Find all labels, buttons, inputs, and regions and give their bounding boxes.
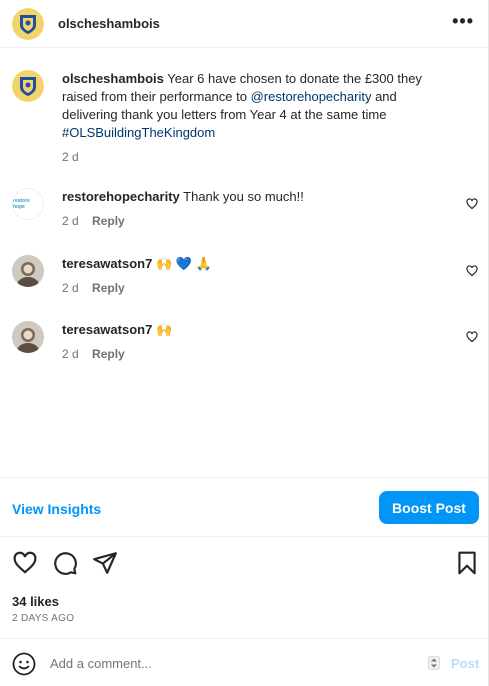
- add-comment-row: Post: [0, 638, 488, 686]
- caption-meta: 2 d: [62, 148, 452, 166]
- header-username[interactable]: olscheshambois: [58, 16, 160, 31]
- caption-body: olscheshambois Year 6 have chosen to don…: [62, 70, 452, 166]
- comment-body: teresawatson7 🙌 💙 🙏 2 d Reply: [62, 255, 432, 297]
- reply-button[interactable]: Reply: [92, 347, 125, 361]
- like-heart-icon[interactable]: [12, 550, 38, 576]
- school-crest-icon: [12, 7, 44, 40]
- comment-avatar[interactable]: restore hope: [12, 188, 44, 220]
- comment-username[interactable]: teresawatson7: [62, 256, 152, 271]
- like-comment-heart-icon[interactable]: [466, 265, 478, 277]
- more-horizontal-icon[interactable]: •••: [452, 12, 474, 30]
- action-bar: [0, 538, 488, 588]
- restorehope-logo: restore hope: [13, 198, 30, 210]
- stepper-icon[interactable]: [428, 656, 440, 670]
- comment-body: restorehopecharity Thank you so much!! 2…: [62, 188, 432, 230]
- comment-avatar[interactable]: [12, 255, 44, 287]
- comment-username[interactable]: teresawatson7: [62, 322, 152, 337]
- comment-text: 🙌 💙 🙏: [155, 256, 212, 271]
- like-comment-heart-icon[interactable]: [466, 331, 478, 343]
- post-comment-button[interactable]: Post: [451, 656, 479, 671]
- comments-section: olscheshambois Year 6 have chosen to don…: [0, 48, 488, 478]
- bookmark-icon[interactable]: [454, 550, 480, 576]
- comment-meta: 2 d Reply: [62, 212, 432, 230]
- comment-time: 2 d: [62, 347, 79, 361]
- reply-button[interactable]: Reply: [92, 281, 125, 295]
- avatar[interactable]: [12, 7, 44, 40]
- comment-body: teresawatson7 🙌 2 d Reply: [62, 321, 432, 363]
- boost-post-button[interactable]: Boost Post: [379, 491, 479, 524]
- comment-bubble-icon[interactable]: [52, 550, 78, 576]
- comment-username[interactable]: restorehopecharity: [62, 189, 180, 204]
- like-comment-heart-icon[interactable]: [466, 198, 478, 210]
- post-panel: olscheshambois ••• olscheshambois Year 6…: [0, 0, 489, 686]
- emoji-icon[interactable]: [12, 652, 36, 676]
- post-date: 2 DAYS AGO: [12, 613, 75, 624]
- comment-time: 2 d: [62, 214, 79, 228]
- comment-avatar[interactable]: [12, 321, 44, 353]
- comment-text: Thank you so much!!: [183, 189, 304, 204]
- post-header: olscheshambois •••: [0, 0, 488, 48]
- caption-time: 2 d: [62, 150, 79, 164]
- comment-meta: 2 d Reply: [62, 279, 432, 297]
- comment-time: 2 d: [62, 281, 79, 295]
- likes-count[interactable]: 34 likes: [12, 594, 59, 609]
- profile-photo-icon: [12, 321, 44, 353]
- caption-mention[interactable]: @restorehopecharity: [251, 89, 372, 104]
- profile-photo-icon: [12, 255, 44, 287]
- school-crest-icon: [12, 70, 44, 102]
- caption-username[interactable]: olscheshambois: [62, 71, 164, 86]
- comment-meta: 2 d Reply: [62, 345, 432, 363]
- comment-text: 🙌: [155, 322, 173, 337]
- share-send-icon[interactable]: [92, 550, 118, 576]
- reply-button[interactable]: Reply: [92, 214, 125, 228]
- caption-avatar[interactable]: [12, 70, 44, 102]
- caption-hashtag[interactable]: #OLSBuildingTheKingdom: [62, 125, 215, 140]
- add-comment-input[interactable]: [50, 651, 400, 675]
- view-insights-link[interactable]: View Insights: [12, 501, 101, 517]
